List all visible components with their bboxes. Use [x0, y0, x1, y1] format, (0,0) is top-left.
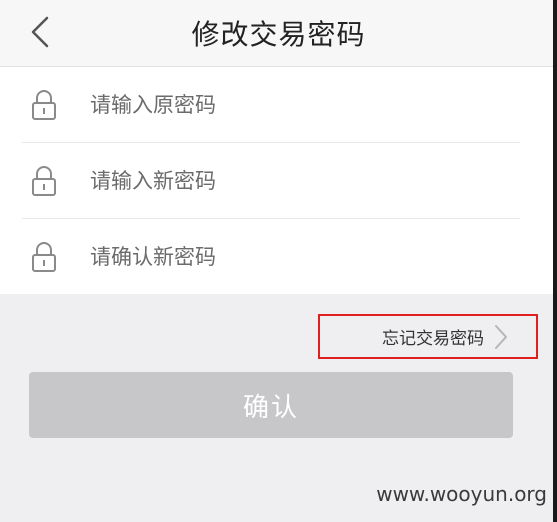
forgot-password-label: 忘记交易密码: [382, 329, 484, 349]
old-password-input[interactable]: [90, 92, 470, 117]
lock-icon: [22, 165, 66, 197]
confirm-password-row: [22, 219, 520, 294]
old-password-row: [22, 67, 520, 143]
watermark: www.wooyun.org: [376, 482, 547, 506]
nav-bar: 修改交易密码: [0, 0, 557, 67]
page-title: 修改交易密码: [191, 18, 366, 51]
password-form: [0, 67, 557, 294]
confirm-button[interactable]: 确认: [29, 372, 513, 438]
lock-icon: [22, 89, 66, 121]
confirm-password-input[interactable]: [90, 244, 470, 269]
screen-edge: [553, 0, 557, 522]
lock-icon: [22, 241, 66, 273]
forgot-password-link[interactable]: 忘记交易密码: [318, 314, 538, 359]
new-password-row: [22, 143, 520, 219]
new-password-input[interactable]: [90, 168, 470, 193]
chevron-right-icon: [495, 324, 507, 349]
